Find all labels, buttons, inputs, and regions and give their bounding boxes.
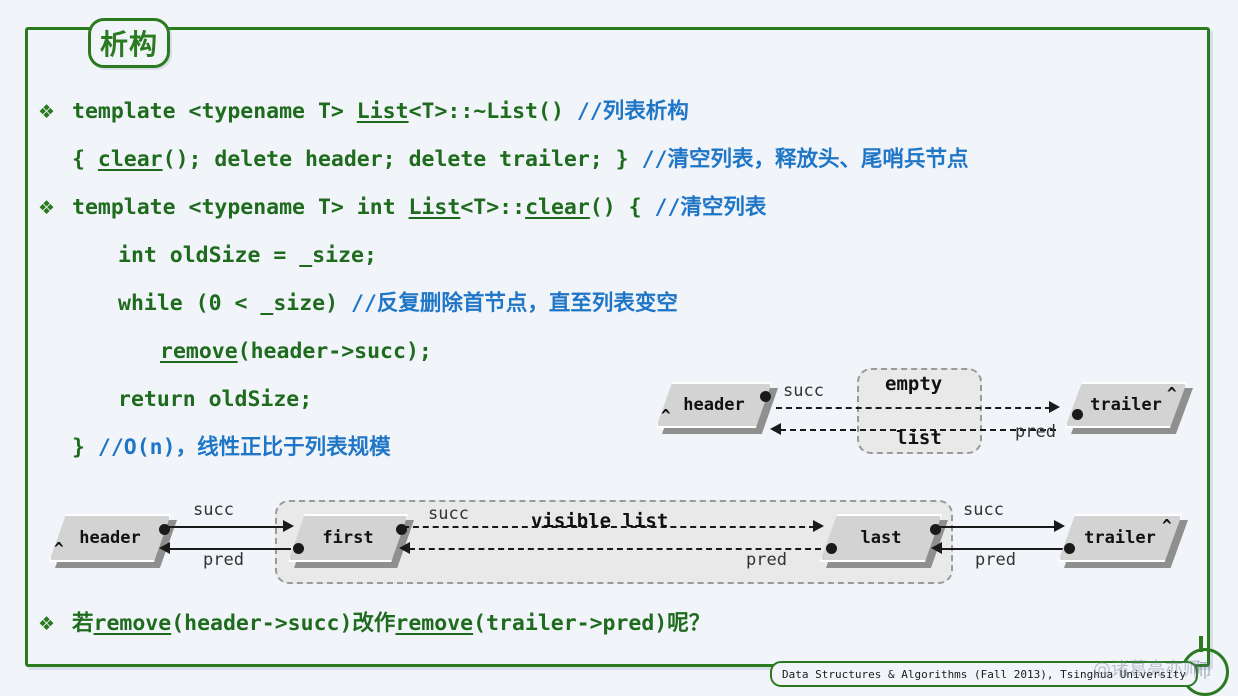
empty-list-label-top: empty (885, 373, 943, 395)
code-segment: (); delete header; delete trailer; } (162, 147, 642, 172)
empty-pred-label: pred (1015, 422, 1056, 442)
code-segment: while (0 < _size) (118, 291, 351, 316)
node-pred-dot (826, 543, 837, 554)
node-caret-icon: ^ (54, 539, 64, 558)
node-header: header ^ (49, 514, 177, 568)
code-segment: clear (97, 147, 163, 172)
succ-label-1: succ (193, 500, 234, 520)
pred-label-3: pred (975, 550, 1016, 570)
node-succ-dot (159, 524, 170, 535)
empty-list-label-bottom: list (896, 427, 942, 449)
code-segment: List (408, 195, 461, 220)
code-segment: } (72, 435, 98, 460)
code-segment: <T>::~List() (408, 99, 577, 124)
node-last: last (820, 514, 948, 568)
code-segment: (trailer->pred) (473, 611, 668, 636)
code-segment: List (356, 99, 409, 124)
watermark-glyph: 师 (1192, 659, 1212, 682)
bullet-icon: ❖ (38, 613, 56, 635)
node-first: first (288, 514, 414, 568)
code-segment: 呢？ (667, 611, 711, 636)
code-segment: 清空列表 (680, 195, 767, 220)
page-title: 析构 (99, 28, 158, 61)
code-segment: <T>:: (460, 195, 526, 220)
node-label: first (322, 528, 374, 548)
code-segment: ，线性正比于列表规模 (175, 435, 391, 460)
code-segment: // (654, 195, 681, 220)
code-segment: //O(n) (97, 435, 176, 460)
node-caret-icon: ^ (661, 406, 671, 425)
code-line-2: ❖ template <typename T> int List<T>::clea… (38, 184, 1198, 232)
code-segment: remove (395, 611, 474, 636)
code-line-0: ❖ template <typename T> List<T>::~List() … (38, 88, 1198, 136)
code-segment: (header->succ) (171, 611, 353, 636)
code-segment: (header->succ); (237, 339, 432, 364)
code-segment: // (641, 147, 668, 172)
code-segment: () { (589, 195, 655, 220)
question-line-0: ❖ 若remove(header->succ)改作remove(trailer->… (38, 606, 1198, 654)
bullet-icon: ❖ (38, 197, 56, 219)
node-trailer-empty: trailer ^ (1065, 382, 1193, 434)
code-segment: template <typename T> int (72, 195, 409, 220)
node-label: header (79, 528, 141, 548)
visible-list-diagram: header ^ succ pred first succ pred visib… (45, 498, 1188, 590)
node-pred-dot (1072, 409, 1083, 420)
pred-label-2: pred (746, 550, 787, 570)
slide-title-badge: 析构 (88, 18, 170, 68)
code-segment: 若 (72, 611, 94, 636)
succ-line-3 (938, 526, 1056, 528)
code-segment: clear (525, 195, 590, 220)
code-segment: remove (93, 611, 172, 636)
code-segment: // (576, 99, 603, 124)
node-label: last (860, 528, 902, 548)
empty-succ-arrowhead (1049, 401, 1060, 413)
node-succ-dot (760, 391, 771, 402)
code-segment: 清空列表，释放头、尾哨兵节点 (667, 147, 969, 172)
pred-label-1: pred (203, 550, 244, 570)
succ-line-1 (167, 526, 285, 528)
empty-list-diagram: empty list succ pred header ^ trailer ^ (650, 365, 1195, 460)
code-segment: return oldSize; (118, 387, 313, 412)
code-line-3: int oldSize = _size; (38, 232, 1198, 280)
node-header-empty: header ^ (656, 382, 778, 434)
empty-succ-label: succ (783, 381, 824, 401)
code-segment: 改作 (352, 611, 396, 636)
footer-text: Data Structures & Algorithms (Fall 2013)… (782, 667, 1186, 681)
code-segment: { (72, 147, 98, 172)
slide-root: 析构 ❖ template <typename T> List<T>::~List… (0, 0, 1238, 696)
code-segment: remove (160, 339, 238, 364)
node-caret-icon: ^ (1167, 384, 1177, 403)
footer-badge: Data Structures & Algorithms (Fall 2013)… (770, 661, 1198, 687)
node-trailer: trailer ^ (1058, 514, 1188, 568)
node-label: header (683, 395, 745, 415)
node-pred-dot (293, 543, 304, 554)
code-segment: 列表析构 (602, 99, 689, 124)
node-caret-icon: ^ (1162, 516, 1172, 535)
node-succ-dot (396, 524, 407, 535)
code-segment: 反复删除首节点，直至列表变空 (376, 291, 678, 316)
code-line-1: { clear(); delete header; delete trailer… (38, 136, 1198, 184)
node-pred-dot (1064, 543, 1075, 554)
code-line-4: while (0 < _size) //反复删除首节点，直至列表变空 (38, 280, 1198, 328)
node-succ-dot (930, 524, 941, 535)
code-segment: // (351, 291, 377, 316)
code-segment: template <typename T> (72, 99, 357, 124)
bullet-icon: ❖ (38, 101, 56, 123)
empty-succ-line (776, 407, 1051, 409)
visible-list-label: visible list (531, 510, 669, 532)
code-segment: int oldSize = _size; (118, 243, 377, 268)
question-line-block: ❖ 若remove(header->succ)改作remove(trailer->… (38, 606, 1198, 654)
succ-label-3: succ (963, 500, 1004, 520)
succ-label-2: succ (428, 504, 469, 524)
